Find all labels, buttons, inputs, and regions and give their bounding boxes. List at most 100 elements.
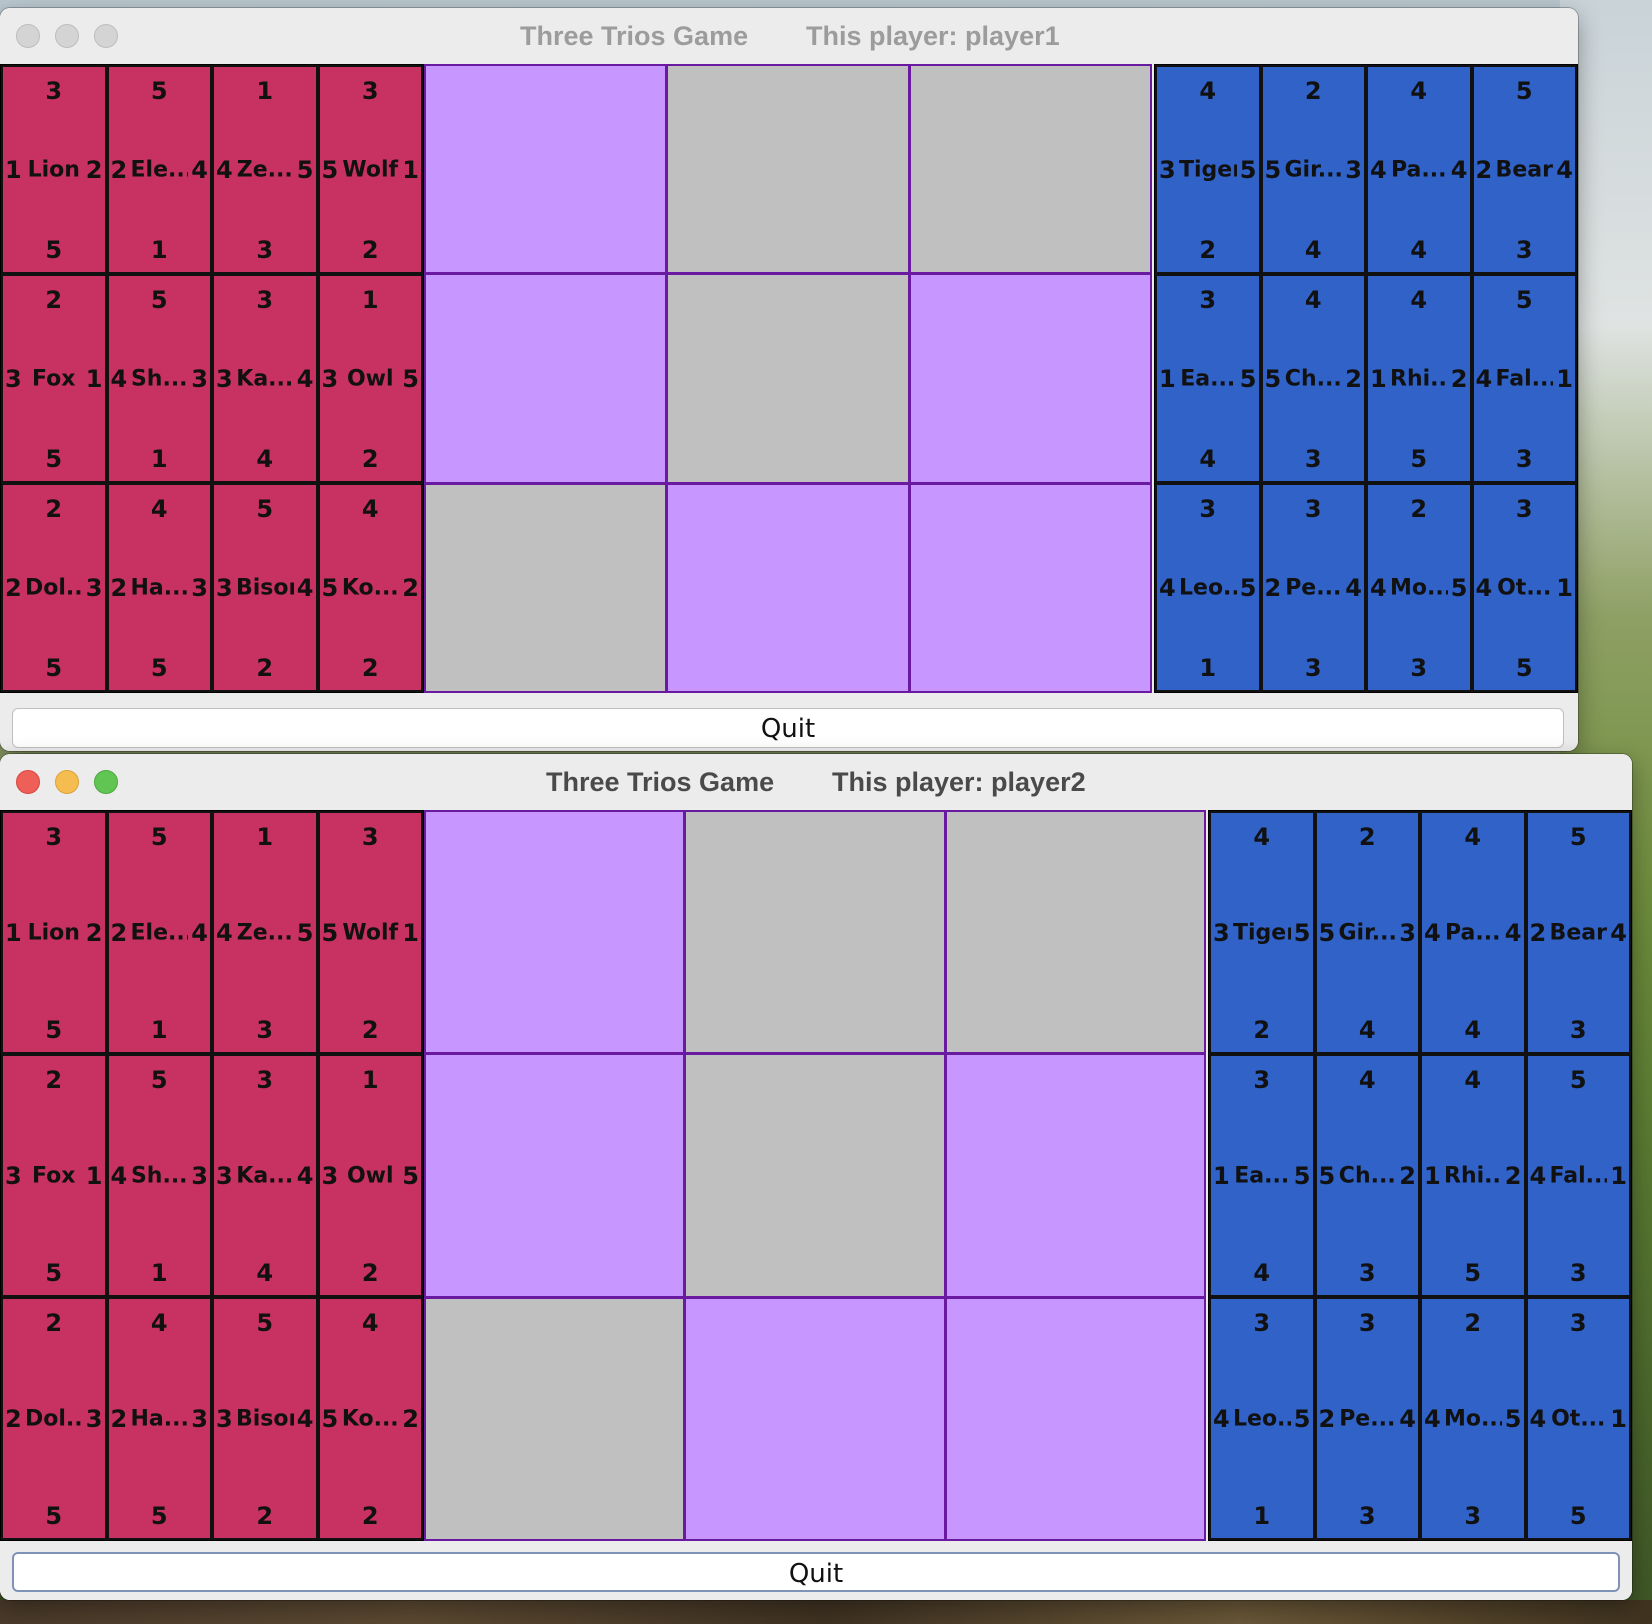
red-card[interactable]: 22Dol...35	[1, 483, 107, 692]
quit-button[interactable]: Quit	[12, 1552, 1620, 1592]
close-window-button[interactable]	[16, 24, 40, 48]
card-north-value: 5	[1569, 823, 1587, 851]
blue-card[interactable]: 5 2 Bear 4 3	[1471, 65, 1577, 274]
board-card-cell[interactable]	[668, 484, 908, 691]
red-card[interactable]: 2 3 Fox 1 5	[1, 274, 107, 483]
red-card[interactable]: 5 2 Ele... 4 1	[106, 65, 212, 274]
red-card[interactable]: 1 3 Owl 5 2	[317, 1054, 423, 1297]
blue-card[interactable]: 3 4Leo...5 1	[1209, 1297, 1315, 1540]
card-name: Ot...	[1497, 575, 1552, 600]
card-north-value: 4	[1410, 77, 1428, 105]
red-card[interactable]: 1 4 Ze... 5 3	[212, 811, 318, 1054]
card-west-value: 1	[5, 918, 22, 947]
red-card[interactable]: 3 3 Ka... 4 4	[212, 1054, 318, 1297]
red-card[interactable]: 4 2 Ha... 3 5	[106, 1297, 212, 1540]
red-card[interactable]: 5 4 Sh... 3 1	[106, 274, 212, 483]
board-card-cell[interactable]	[946, 1055, 1204, 1296]
card-west-value: 2	[5, 1404, 22, 1433]
board-hole-cell	[668, 66, 908, 273]
red-card[interactable]: 5 4 Sh... 3 1	[106, 1054, 212, 1297]
board-card-cell[interactable]	[426, 812, 684, 1053]
red-card[interactable]: 5 3Bison4 2	[212, 483, 318, 692]
blue-card[interactable]: 3 2 Pe... 4 3	[1260, 483, 1366, 692]
board-card-cell[interactable]	[686, 1298, 944, 1539]
board-card-cell[interactable]	[910, 484, 1150, 691]
red-card[interactable]: 3 3 Ka... 4 4	[212, 274, 318, 483]
blue-card[interactable]: 2 5 Gir... 3 4	[1260, 65, 1366, 274]
blue-card[interactable]: 2 5 Gir... 3 4	[1314, 811, 1420, 1054]
red-card[interactable]: 1 4 Ze... 5 3	[212, 65, 318, 274]
card-north-value: 1	[256, 823, 274, 851]
card-east-value: 4	[296, 1404, 314, 1433]
card-west-value: 5	[321, 155, 339, 184]
red-card[interactable]: 5 2 Ele... 4 1	[106, 811, 212, 1054]
red-card[interactable]: 1 3 Owl 5 2	[317, 274, 423, 483]
red-card[interactable]: 3 1 Lion 2 5	[1, 65, 107, 274]
card-south-value: 3	[1358, 1502, 1376, 1530]
board-card-cell[interactable]	[426, 275, 666, 482]
minimize-window-button[interactable]	[55, 770, 79, 794]
blue-card[interactable]: 3 4Leo...5 1	[1155, 483, 1261, 692]
card-south-value: 4	[1358, 1016, 1376, 1044]
blue-card[interactable]: 5 2 Bear 4 3	[1525, 811, 1631, 1054]
red-card[interactable]: 4 2 Ha... 3 5	[106, 483, 212, 692]
zoom-window-button[interactable]	[94, 770, 118, 794]
card-north-value: 2	[1358, 823, 1376, 851]
board-card-cell[interactable]	[426, 1055, 684, 1296]
card-south-value: 1	[150, 1016, 168, 1044]
board-card-cell[interactable]	[426, 66, 666, 273]
card-west-value: 2	[1264, 573, 1282, 602]
blue-card[interactable]: 3 4 Ot... 1 5	[1471, 483, 1577, 692]
blue-card[interactable]: 5 4 Fal... 1 3	[1525, 1054, 1631, 1297]
blue-card[interactable]: 3 1 Ea... 5 4	[1155, 274, 1261, 483]
blue-card[interactable]: 5 4 Fal... 1 3	[1471, 274, 1577, 483]
card-east-value: 5	[296, 155, 314, 184]
blue-card[interactable]: 4 1Rhi...2 5	[1420, 1054, 1526, 1297]
blue-card[interactable]: 2 4 Mo... 5 3	[1420, 1297, 1526, 1540]
close-window-button[interactable]	[16, 770, 40, 794]
blue-card[interactable]: 3 1 Ea... 5 4	[1209, 1054, 1315, 1297]
card-east-value: 1	[1556, 364, 1573, 393]
card-east-value: 2	[85, 155, 103, 184]
blue-card[interactable]: 4 5 Ch... 2 3	[1260, 274, 1366, 483]
minimize-window-button[interactable]	[55, 24, 79, 48]
board-card-cell[interactable]	[910, 275, 1150, 482]
blue-card[interactable]: 4 1Rhi...2 5	[1366, 274, 1472, 483]
card-east-value: 4	[1345, 573, 1362, 602]
title-bar[interactable]: Three Trios Game This player: player1	[0, 8, 1578, 65]
card-name: Bear	[1549, 920, 1607, 945]
board-card-cell[interactable]	[946, 1298, 1204, 1539]
card-name: Ea...	[1234, 1163, 1290, 1188]
card-south-value: 1	[1253, 1502, 1271, 1530]
card-name: Ko...	[341, 575, 399, 600]
card-name: Rhi...	[1390, 366, 1448, 391]
card-south-value: 5	[1464, 1259, 1482, 1287]
red-card[interactable]: 5 3Bison4 2	[212, 1297, 318, 1540]
blue-card[interactable]: 4 3Tiger5 2	[1209, 811, 1315, 1054]
card-name: Ka...	[236, 366, 294, 391]
card-east-value: 3	[1345, 155, 1362, 184]
red-card[interactable]: 4 5 Ko... 2 2	[317, 1297, 423, 1540]
card-east-value: 2	[402, 1404, 419, 1433]
red-card[interactable]: 4 5 Ko... 2 2	[317, 483, 423, 692]
blue-card[interactable]: 4 3Tiger5 2	[1155, 65, 1261, 274]
zoom-window-button[interactable]	[94, 24, 118, 48]
red-card[interactable]: 3 1 Lion 2 5	[1, 811, 107, 1054]
blue-card[interactable]: 4 4 Pa... 4 4	[1366, 65, 1472, 274]
blue-card[interactable]: 2 4 Mo... 5 3	[1366, 483, 1472, 692]
red-card[interactable]: 3 5 Wolf 1 2	[317, 811, 423, 1054]
red-card[interactable]: 3 5 Wolf 1 2	[317, 65, 423, 274]
quit-button[interactable]: Quit	[12, 708, 1564, 748]
blue-card[interactable]: 4 5 Ch... 2 3	[1314, 1054, 1420, 1297]
card-south-value: 3	[1304, 445, 1322, 473]
card-name: Pa...	[1445, 920, 1501, 945]
card-west-value: 3	[1159, 155, 1176, 184]
blue-card[interactable]: 3 4 Ot... 1 5	[1525, 1297, 1631, 1540]
red-card[interactable]: 22Dol...35	[1, 1297, 107, 1540]
card-south-value: 4	[1199, 445, 1217, 473]
title-bar[interactable]: Three Trios Game This player: player2	[0, 754, 1632, 811]
red-card[interactable]: 2 3 Fox 1 5	[1, 1054, 107, 1297]
blue-card[interactable]: 3 2 Pe... 4 3	[1314, 1297, 1420, 1540]
card-west-value: 4	[1370, 573, 1387, 602]
blue-card[interactable]: 4 4 Pa... 4 4	[1420, 811, 1526, 1054]
